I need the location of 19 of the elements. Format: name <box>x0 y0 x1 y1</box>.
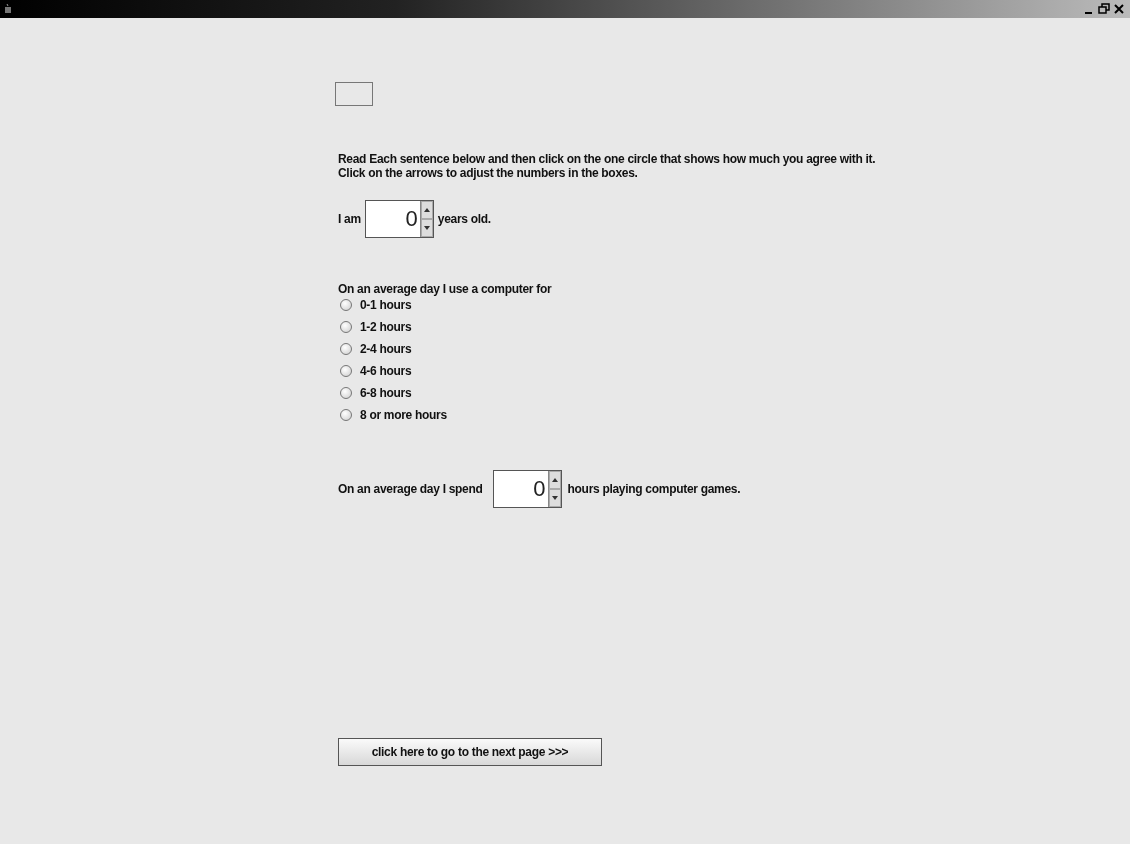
age-suffix: years old. <box>437 212 491 226</box>
radio-option[interactable]: 6-8 hours <box>340 386 1130 400</box>
radio-option[interactable]: 4-6 hours <box>340 364 1130 378</box>
empty-box <box>335 82 373 106</box>
radio-option[interactable]: 8 or more hours <box>340 408 1130 422</box>
age-label: I am <box>338 212 361 226</box>
radio-option[interactable]: 1-2 hours <box>340 320 1130 334</box>
age-spinner[interactable]: 0 <box>364 200 434 238</box>
radio-option[interactable]: 0-1 hours <box>340 298 1130 312</box>
question-text: On an average day I use a computer for <box>338 282 553 296</box>
radio-option[interactable]: 2-4 hours <box>340 342 1130 356</box>
games-suffix: hours playing computer games. <box>567 482 741 496</box>
games-label: On an average day I spend <box>338 482 483 496</box>
next-page-button[interactable]: click here to go to the next page >>> <box>338 738 602 766</box>
instructions-text: Read Each sentence below and then click on the one circle that shows how much you agree with it. Click on the arrows to adjust the numbers in the boxes. <box>338 152 877 180</box>
app-icon <box>4 4 12 14</box>
games-spinner[interactable]: 0 <box>492 470 562 508</box>
maximize-icon[interactable] <box>1097 2 1111 16</box>
close-icon[interactable] <box>1112 2 1126 16</box>
